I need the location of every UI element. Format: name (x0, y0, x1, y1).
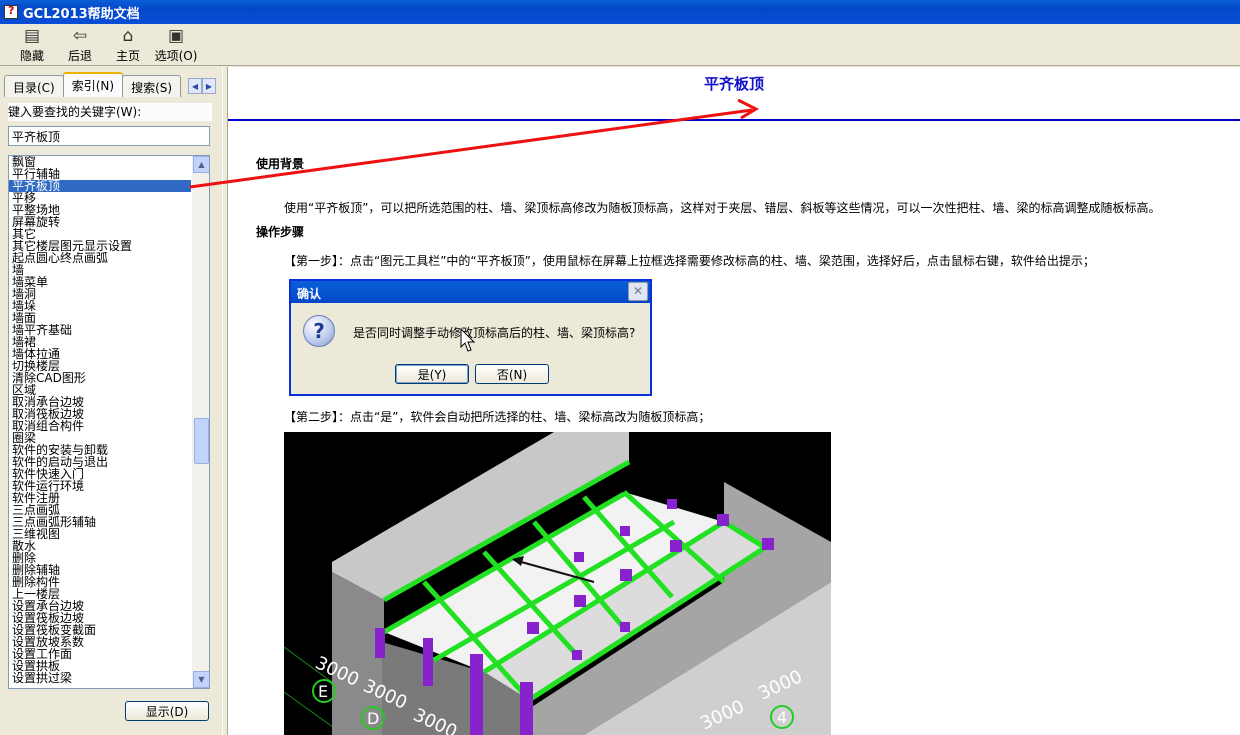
window-title: GCL2013帮助文档 (23, 6, 140, 22)
index-item[interactable]: 删除 (9, 552, 191, 564)
index-item[interactable]: 取消承台边坡 (9, 396, 191, 408)
help-app-icon (4, 4, 18, 19)
index-item[interactable]: 软件运行环境 (9, 480, 191, 492)
tab-scroll-left-icon[interactable]: ◀ (188, 78, 202, 94)
axis-label-e: E (318, 682, 328, 701)
step1-paragraph: 【第一步】：点击“图元工具栏”中的“平齐板顶”，使用鼠标在屏幕上拉框选择需要修改… (284, 254, 1095, 268)
step2-paragraph: 【第二步】：点击“是”，软件会自动把所选择的柱、墙、梁标高改为随板顶标高； (284, 410, 711, 424)
index-item[interactable]: 墙菜单 (9, 276, 191, 288)
index-item[interactable]: 设置拱过梁 (9, 672, 191, 684)
question-icon: ? (303, 315, 335, 347)
model-3d-drawing: 3000 3000 3000 3000 3000 E D 4 (283, 432, 832, 735)
index-item[interactable]: 软件注册 (9, 492, 191, 504)
index-item[interactable]: 设置承台边坡 (9, 600, 191, 612)
index-item[interactable]: 圈梁 (9, 432, 191, 444)
show-button[interactable]: 显示(D) (125, 701, 209, 721)
index-item[interactable]: 删除构件 (9, 576, 191, 588)
index-item[interactable]: 墙裙 (9, 336, 191, 348)
scroll-down-icon[interactable]: ▼ (193, 671, 209, 688)
topic-content: 平齐板顶 使用背景 使用“平齐板顶”，可以把所选范围的柱、墙、梁顶标高修改为随板… (228, 67, 1240, 735)
index-item[interactable]: 墙体拉通 (9, 348, 191, 360)
index-item[interactable]: 设置拱板 (9, 660, 191, 672)
navigation-pane: 目录(C) 索引(N) 搜索(S) ◀ ▶ 键入要查找的关键字(W): 飘窗平行… (0, 67, 222, 735)
index-item[interactable]: 设置筏板变截面 (9, 624, 191, 636)
back-button-label: 后退 (67, 49, 92, 63)
confirm-dialog: 确认 ✕ ? 是否同时调整手动修改顶标高后的柱、墙、梁顶标高? 是(Y) 否(N… (289, 279, 652, 396)
index-item[interactable]: 设置筏板边坡 (9, 612, 191, 624)
index-item[interactable]: 墙 (9, 264, 191, 276)
index-item[interactable]: 软件的启动与退出 (9, 456, 191, 468)
axis-label-d: D (367, 709, 379, 728)
index-item[interactable]: 取消组合构件 (9, 420, 191, 432)
tab-contents[interactable]: 目录(C) (4, 75, 64, 97)
model-3d-image: 3000 3000 3000 3000 3000 E D 4 (283, 432, 832, 735)
index-item-selected[interactable]: 平齐板顶 (9, 180, 191, 192)
dialog-close-icon[interactable]: ✕ (628, 282, 648, 301)
index-item[interactable]: 三点画弧形辅轴 (9, 516, 191, 528)
index-item[interactable]: 平移 (9, 192, 191, 204)
index-item[interactable]: 飘窗 (9, 156, 191, 168)
keyword-input[interactable] (8, 126, 210, 146)
home-icon: ⌂ (122, 26, 134, 46)
axis-label-4: 4 (777, 708, 787, 727)
index-item[interactable]: 平整场地 (9, 204, 191, 216)
tab-scroll-buttons: ◀ ▶ (188, 78, 216, 94)
tab-search[interactable]: 搜索(S) (122, 75, 182, 97)
hide-icon: ▤ (23, 26, 41, 46)
dialog-no-button[interactable]: 否(N) (475, 364, 549, 384)
tab-scroll-right-icon[interactable]: ▶ (202, 78, 216, 94)
hide-button[interactable]: ▤ 隐藏 (8, 24, 56, 64)
index-item[interactable]: 墙平齐基础 (9, 324, 191, 336)
index-item[interactable]: 软件快速入门 (9, 468, 191, 480)
index-item[interactable]: 其它楼层图元显示设置 (9, 240, 191, 252)
section-heading-steps: 操作步骤 (256, 225, 305, 239)
scroll-thumb[interactable] (194, 418, 209, 464)
index-item[interactable]: 设置放坡系数 (9, 636, 191, 648)
index-item[interactable]: 取消筏板边坡 (9, 408, 191, 420)
background-paragraph: 使用“平齐板顶”，可以把所选范围的柱、墙、梁顶标高修改为随板顶标高，这样对于夹层… (284, 201, 1161, 215)
index-item[interactable]: 软件的安装与卸载 (9, 444, 191, 456)
window-titlebar: GCL2013帮助文档 (0, 0, 1240, 24)
index-item[interactable]: 其它 (9, 228, 191, 240)
index-item[interactable]: 墙洞 (9, 288, 191, 300)
home-button-label: 主页 (115, 49, 140, 63)
index-item[interactable]: 清除CAD图形 (9, 372, 191, 384)
dialog-title: 确认 ✕ (291, 281, 650, 303)
options-button[interactable]: ▣ 选项(O) (152, 24, 200, 64)
index-scrollbar[interactable]: ▲ ▼ (192, 156, 209, 688)
dialog-title-text: 确认 (297, 287, 322, 301)
back-button[interactable]: ⇦ 后退 (56, 24, 104, 64)
mouse-cursor-icon (460, 328, 476, 352)
dialog-yes-button[interactable]: 是(Y) (395, 364, 469, 384)
back-arrow-icon: ⇦ (72, 26, 88, 46)
index-item[interactable]: 区域 (9, 384, 191, 396)
index-item[interactable]: 切换楼层 (9, 360, 191, 372)
index-item[interactable]: 设置工作面 (9, 648, 191, 660)
index-item[interactable]: 屏幕旋转 (9, 216, 191, 228)
nav-tabs: 目录(C) 索引(N) 搜索(S) (4, 72, 182, 97)
section-heading-background: 使用背景 (256, 157, 305, 171)
home-button[interactable]: ⌂ 主页 (104, 24, 152, 64)
index-item[interactable]: 上一楼层 (9, 588, 191, 600)
index-item[interactable]: 散水 (9, 540, 191, 552)
title-divider (228, 119, 1240, 121)
options-button-label: 选项(O) (154, 49, 198, 63)
index-item[interactable]: 起点圆心终点画弧 (9, 252, 191, 264)
keyword-label: 键入要查找的关键字(W): (8, 103, 212, 121)
index-item[interactable]: 删除辅轴 (9, 564, 191, 576)
index-list[interactable]: 飘窗 平行辅轴 平齐板顶 平移 平整场地 屏幕旋转 其它 其它楼层图元显示设置 起点圆心终点画弧… (8, 155, 210, 689)
index-list-items: 飘窗 平行辅轴 平齐板顶 平移 平整场地 屏幕旋转 其它 其它楼层图元显示设置 起点圆心终点画弧… (9, 156, 191, 684)
index-item[interactable]: 墙面 (9, 312, 191, 324)
tab-index[interactable]: 索引(N) (62, 72, 124, 97)
index-item[interactable]: 平行辅轴 (9, 168, 191, 180)
dialog-message: 是否同时调整手动修改顶标高后的柱、墙、梁顶标高? (353, 326, 636, 340)
topic-title: 平齐板顶 (703, 75, 764, 93)
index-item[interactable]: 三维视图 (9, 528, 191, 540)
scroll-up-icon[interactable]: ▲ (193, 156, 209, 173)
hide-button-label: 隐藏 (19, 49, 44, 63)
index-item[interactable]: 三点画弧 (9, 504, 191, 516)
options-icon: ▣ (167, 26, 185, 46)
toolbar: ▤ 隐藏 ⇦ 后退 ⌂ 主页 ▣ 选项(O) (0, 24, 1240, 66)
index-item[interactable]: 墙垛 (9, 300, 191, 312)
